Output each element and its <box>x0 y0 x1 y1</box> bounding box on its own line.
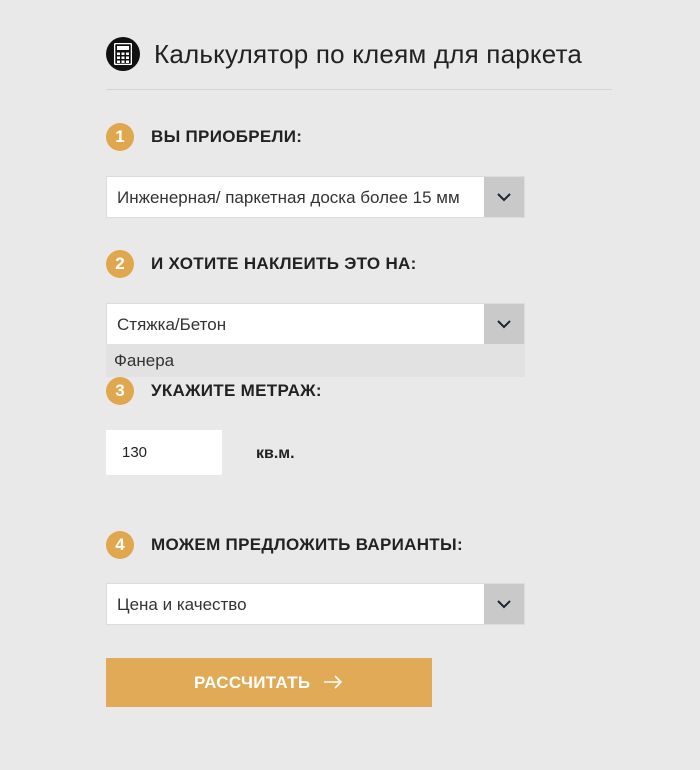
option-label: Фанера <box>114 351 175 370</box>
chevron-down-icon <box>497 320 511 329</box>
material-select-toggle[interactable] <box>484 177 524 217</box>
area-unit: кв.м. <box>256 445 295 462</box>
page-title: Калькулятор по клеям для паркета <box>154 39 583 69</box>
step-label: МОЖЕМ ПРЕДЛОЖИТЬ ВАРИАНТЫ: <box>151 535 463 554</box>
arrow-right-icon <box>324 675 343 689</box>
surface-select[interactable]: Стяжка/Бетон <box>106 303 525 345</box>
step-label: И ХОТИТЕ НАКЛЕИТЬ ЭТО НА: <box>151 254 417 273</box>
variant-select[interactable]: Цена и качество <box>106 583 525 625</box>
surface-select-toggle[interactable] <box>484 304 524 344</box>
step-number: 2 <box>106 250 134 278</box>
step-label: ВЫ ПРИОБРЕЛИ: <box>151 127 303 146</box>
page-header: Калькулятор по клеям для паркета <box>106 37 612 90</box>
calculate-button-label: РАССЧИТАТЬ <box>194 673 311 692</box>
step-label: УКАЖИТЕ МЕТРАЖ: <box>151 381 322 400</box>
step-number: 1 <box>106 123 134 151</box>
chevron-down-icon <box>497 193 511 202</box>
calculate-button[interactable]: РАССЧИТАТЬ <box>106 658 432 707</box>
surface-option-plywood[interactable]: Фанера <box>106 344 525 377</box>
step-number: 4 <box>106 531 134 559</box>
variant-select-toggle[interactable] <box>484 584 524 624</box>
chevron-down-icon <box>497 600 511 609</box>
surface-select-value: Стяжка/Бетон <box>117 315 227 334</box>
material-select-value: Инженерная/ паркетная доска более 15 мм <box>117 188 460 207</box>
variant-select-value: Цена и качество <box>117 595 247 614</box>
step-number: 3 <box>106 377 134 405</box>
calculator-icon <box>106 37 140 71</box>
area-input[interactable] <box>106 430 222 475</box>
material-select[interactable]: Инженерная/ паркетная доска более 15 мм <box>106 176 525 218</box>
